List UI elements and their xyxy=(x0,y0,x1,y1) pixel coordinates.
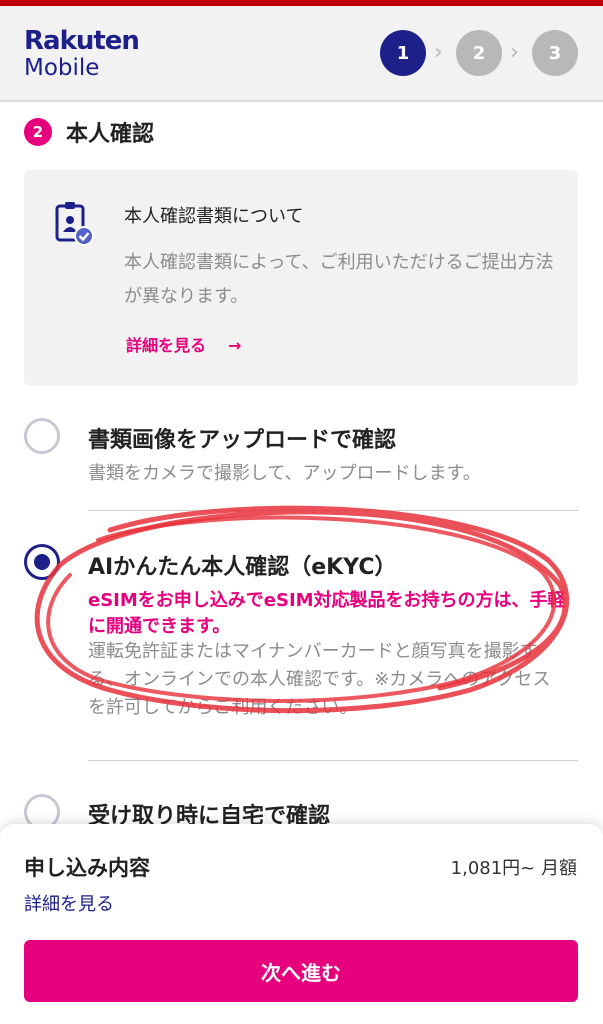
chevron-right-icon: › xyxy=(434,40,443,65)
info-card-body: 本人確認書類によって、ご利用いただけるご提出方法が異なります。 xyxy=(124,252,554,307)
order-summary-sheet: 申し込み内容 1,081円~ 月額 詳細を見る 次へ進む xyxy=(0,824,603,1024)
radio-upload-document[interactable] xyxy=(24,418,60,454)
option-desc-ekyc: 運転免許証またはマイナンバーカードと顔写真を撮影する、オンラインでの本人確認です… xyxy=(88,641,551,718)
summary-price: 1,081円~ 月額 xyxy=(450,858,577,879)
progress-steps: 1 › 2 › 3 xyxy=(380,30,580,76)
radio-ekyc[interactable] xyxy=(24,544,60,580)
divider xyxy=(88,510,578,511)
id-documents-info-card: 本人確認書類について 本人確認書類によって、ご利用いただけるご提出方法が異なりま… xyxy=(24,170,578,386)
header: Rakuten Mobile 1 › 2 › 3 xyxy=(0,6,603,102)
option-title-ekyc[interactable]: AIかんたん本人確認（eKYC） xyxy=(88,549,396,581)
summary-details-link[interactable]: 詳細を見る xyxy=(24,890,114,916)
summary-title: 申し込み内容 xyxy=(24,856,150,880)
rakuten-mobile-logo: Rakuten Mobile xyxy=(24,26,140,81)
next-button[interactable]: 次へ進む xyxy=(24,940,578,1002)
chevron-right-icon: › xyxy=(510,40,519,65)
section-title: 本人確認 xyxy=(66,122,155,147)
option-highlight-ekyc: eSIMをお申し込みでeSIM対応製品をお持ちの方は、手軽に開通できます。 xyxy=(88,590,566,637)
option-title-upload[interactable]: 書類画像をアップロードで確認 xyxy=(88,422,396,454)
section-number-badge: 2 xyxy=(24,118,52,146)
divider xyxy=(88,760,578,761)
info-details-link[interactable]: 詳細を見る → xyxy=(126,332,241,356)
section-heading: 2 本人確認 xyxy=(24,116,154,148)
step-3: 3 xyxy=(532,30,578,76)
id-document-check-icon xyxy=(55,202,94,246)
option-desc-upload: 書類をカメラで撮影して、アップロードします。 xyxy=(88,463,481,484)
info-card-title: 本人確認書類について xyxy=(124,206,304,227)
arrow-right-icon: → xyxy=(228,336,242,355)
step-2: 2 xyxy=(456,30,502,76)
step-1: 1 xyxy=(380,30,426,76)
